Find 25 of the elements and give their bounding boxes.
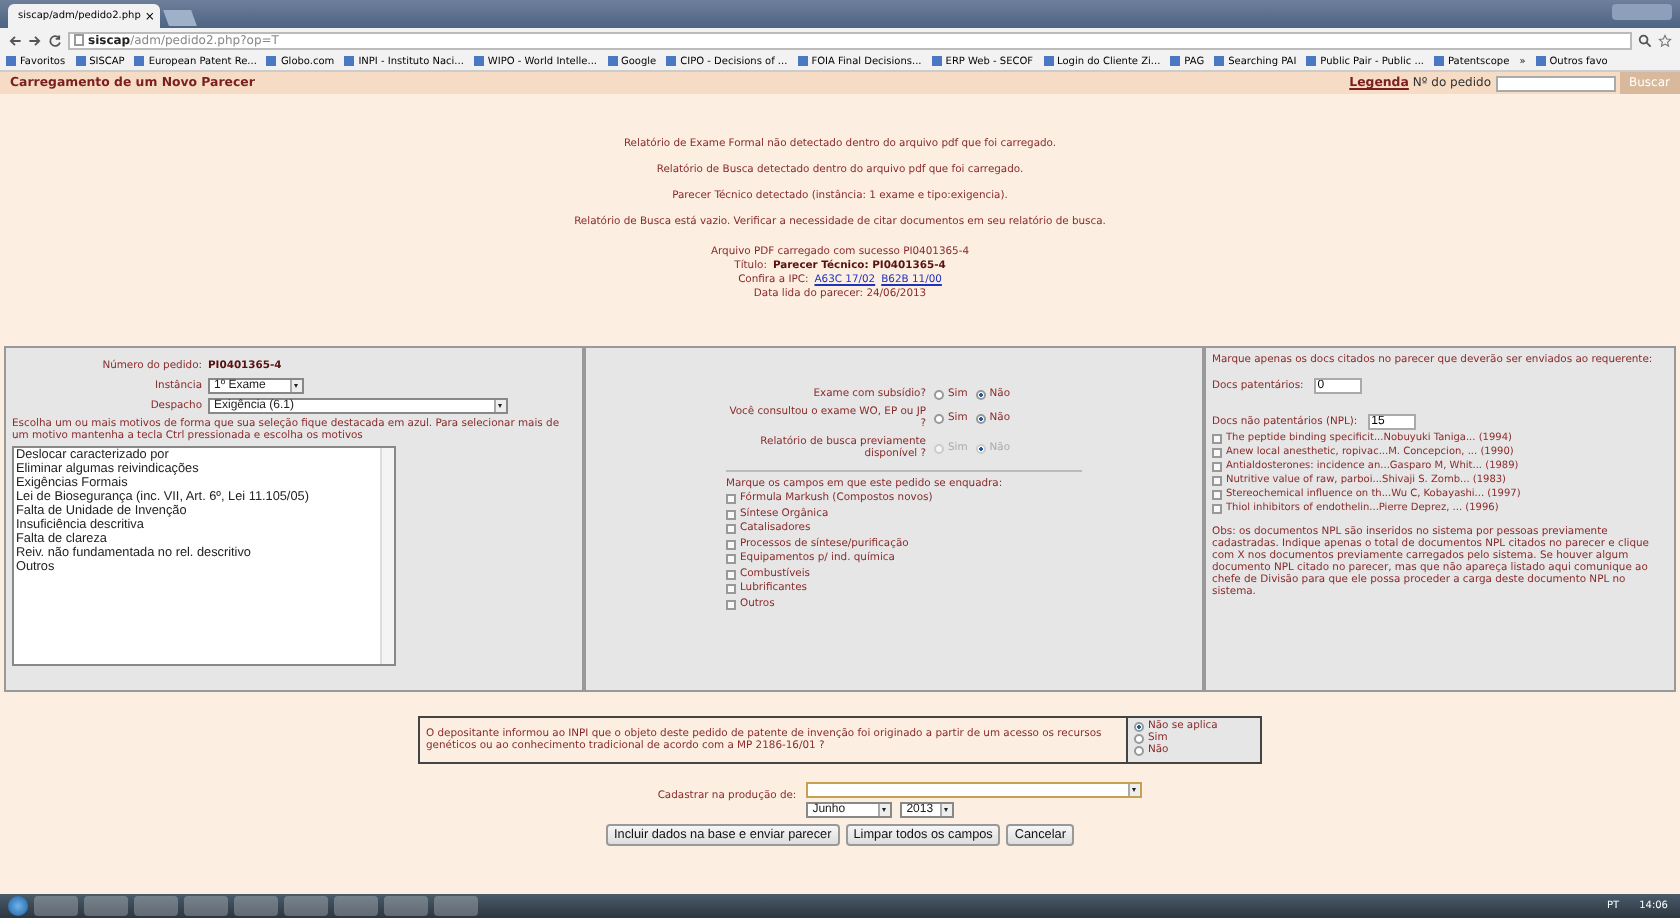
reload-icon[interactable] xyxy=(48,33,62,47)
caret-icon xyxy=(940,804,953,816)
reasons-listbox[interactable] xyxy=(12,446,396,666)
app-icon[interactable] xyxy=(434,896,478,916)
scrollbar[interactable] xyxy=(380,448,394,664)
star-icon[interactable] xyxy=(1658,33,1672,47)
caret-icon xyxy=(878,804,891,816)
app-icon[interactable] xyxy=(234,896,278,916)
new-tab-button[interactable] xyxy=(163,10,197,26)
start-button[interactable] xyxy=(8,896,28,916)
caret-icon xyxy=(1128,784,1141,796)
app-icon[interactable] xyxy=(334,896,378,916)
app-icon[interactable] xyxy=(184,896,228,916)
caret-icon xyxy=(290,380,302,392)
production-select[interactable] xyxy=(806,782,1143,798)
forward-icon[interactable] xyxy=(28,33,42,47)
app-icon[interactable] xyxy=(384,896,428,916)
app-icon[interactable] xyxy=(284,896,328,916)
search-field[interactable] xyxy=(1495,75,1615,91)
search-icon[interactable] xyxy=(1638,33,1652,47)
app-icon[interactable] xyxy=(84,896,128,916)
back-icon[interactable] xyxy=(8,33,22,47)
page-icon xyxy=(74,34,84,46)
app-icon[interactable] xyxy=(134,896,178,916)
caret-icon xyxy=(494,400,506,412)
